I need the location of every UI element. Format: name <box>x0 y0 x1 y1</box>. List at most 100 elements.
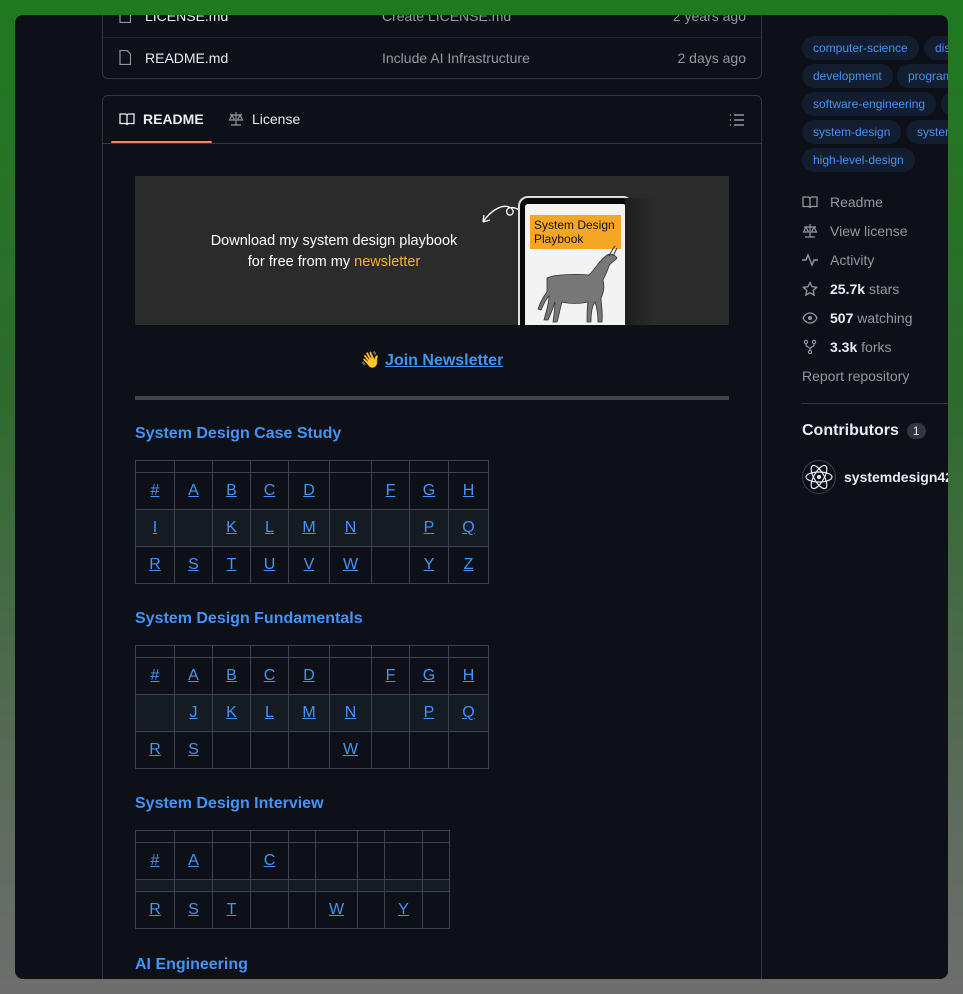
letter-link[interactable]: A <box>188 852 199 869</box>
letter-link[interactable]: S <box>188 556 199 573</box>
topic-tag[interactable] <box>941 92 948 116</box>
table-cell[interactable]: P <box>409 509 449 547</box>
newsletter-banner[interactable]: Download my system design playbook for f… <box>135 176 729 325</box>
section-title[interactable]: AI Engineering <box>135 956 248 974</box>
letter-link[interactable]: T <box>227 901 237 918</box>
table-cell[interactable]: D <box>288 472 330 510</box>
table-cell[interactable]: B <box>212 657 251 695</box>
table-cell[interactable]: F <box>371 472 410 510</box>
table-cell[interactable]: T <box>212 546 251 584</box>
section-title[interactable]: System Design Case Study <box>135 425 341 443</box>
sidebar-readme[interactable]: Readme <box>802 194 883 210</box>
sidebar-activity[interactable]: Activity <box>802 252 874 268</box>
table-cell[interactable]: G <box>409 657 449 695</box>
table-cell[interactable]: W <box>315 891 358 929</box>
letter-link[interactable]: A <box>188 482 199 499</box>
table-cell[interactable]: Y <box>409 546 449 584</box>
letter-link[interactable]: W <box>343 741 358 758</box>
file-row[interactable]: LICENSE.md Create LICENSE.md 2 years ago <box>103 15 761 36</box>
table-cell[interactable]: K <box>212 694 251 732</box>
letter-link[interactable]: S <box>188 901 199 918</box>
table-cell[interactable]: Q <box>448 694 489 732</box>
letter-link[interactable]: M <box>302 519 315 536</box>
sidebar-license[interactable]: View license <box>802 223 908 239</box>
commit-message[interactable]: Create LICENSE.md <box>382 15 511 24</box>
commit-message[interactable]: Include AI Infrastructure <box>382 50 530 66</box>
letter-link[interactable]: # <box>151 667 160 684</box>
table-cell[interactable]: # <box>135 842 175 880</box>
letter-link[interactable]: S <box>188 741 199 758</box>
letter-link[interactable]: Y <box>424 556 435 573</box>
letter-link[interactable]: W <box>343 556 358 573</box>
outline-list-icon[interactable] <box>729 112 745 128</box>
letter-link[interactable]: T <box>227 556 237 573</box>
table-cell[interactable]: C <box>250 657 289 695</box>
contributors-heading[interactable]: Contributors 1 <box>802 422 926 440</box>
table-cell[interactable]: H <box>448 657 489 695</box>
table-cell[interactable]: K <box>212 509 251 547</box>
letter-link[interactable]: J <box>190 704 198 721</box>
table-cell[interactable]: L <box>250 694 289 732</box>
table-cell[interactable]: Z <box>448 546 489 584</box>
letter-link[interactable]: R <box>149 741 161 758</box>
letter-link[interactable]: H <box>463 482 475 499</box>
table-cell[interactable]: N <box>329 509 372 547</box>
topic-tag[interactable]: software-engineering <box>802 92 937 116</box>
table-cell[interactable]: F <box>371 657 410 695</box>
letter-link[interactable]: L <box>265 519 274 536</box>
sidebar-watching[interactable]: 507 watching <box>802 310 913 326</box>
table-cell[interactable]: R <box>135 891 175 929</box>
topic-tag[interactable]: high-level-design <box>802 148 915 172</box>
letter-link[interactable]: N <box>345 519 357 536</box>
letter-link[interactable]: A <box>188 667 199 684</box>
letter-link[interactable]: # <box>151 482 160 499</box>
letter-link[interactable]: C <box>264 852 276 869</box>
letter-link[interactable]: B <box>226 482 237 499</box>
letter-link[interactable]: Y <box>398 901 409 918</box>
table-cell[interactable]: M <box>288 509 330 547</box>
letter-link[interactable]: G <box>423 667 435 684</box>
letter-link[interactable]: V <box>304 556 315 573</box>
table-cell[interactable]: C <box>250 472 289 510</box>
table-cell[interactable]: # <box>135 657 175 695</box>
table-cell[interactable]: Y <box>384 891 423 929</box>
topic-tag[interactable]: system-design <box>802 120 902 144</box>
letter-link[interactable]: D <box>303 482 315 499</box>
tab-readme[interactable]: README <box>119 111 204 127</box>
sidebar-stars[interactable]: 25.7k stars <box>802 281 899 297</box>
letter-link[interactable]: K <box>226 519 237 536</box>
table-cell[interactable]: J <box>174 694 213 732</box>
topic-tag[interactable]: computer-science <box>802 36 919 60</box>
join-newsletter-link[interactable]: Join Newsletter <box>385 352 503 369</box>
letter-link[interactable]: L <box>265 704 274 721</box>
letter-link[interactable]: Z <box>464 556 474 573</box>
letter-link[interactable]: M <box>302 704 315 721</box>
report-repository-link[interactable]: Report repository <box>802 368 909 384</box>
table-cell[interactable]: C <box>250 842 289 880</box>
table-cell[interactable]: U <box>250 546 289 584</box>
table-cell[interactable]: M <box>288 694 330 732</box>
letter-link[interactable]: F <box>386 482 396 499</box>
file-row[interactable]: README.md Include AI Infrastructure 2 da… <box>103 37 761 78</box>
file-name[interactable]: LICENSE.md <box>145 15 228 24</box>
topic-tag[interactable]: program <box>897 64 948 88</box>
table-cell[interactable]: S <box>174 731 213 769</box>
topic-tag[interactable]: syster <box>906 120 948 144</box>
table-cell[interactable]: A <box>174 842 213 880</box>
table-cell[interactable]: A <box>174 472 213 510</box>
section-title[interactable]: System Design Fundamentals <box>135 610 363 628</box>
letter-link[interactable]: # <box>151 852 160 869</box>
table-cell[interactable]: I <box>135 509 175 547</box>
contributor-item[interactable]: systemdesign42 <box>802 460 948 494</box>
table-cell[interactable]: L <box>250 509 289 547</box>
section-title[interactable]: System Design Interview <box>135 795 324 813</box>
table-cell[interactable]: P <box>409 694 449 732</box>
letter-link[interactable]: Q <box>462 704 474 721</box>
table-cell[interactable]: S <box>174 891 213 929</box>
table-cell[interactable]: B <box>212 472 251 510</box>
table-cell[interactable]: R <box>135 546 175 584</box>
letter-link[interactable]: N <box>345 704 357 721</box>
letter-link[interactable]: U <box>264 556 276 573</box>
letter-link[interactable]: R <box>149 556 161 573</box>
topic-tag[interactable]: development <box>802 64 893 88</box>
